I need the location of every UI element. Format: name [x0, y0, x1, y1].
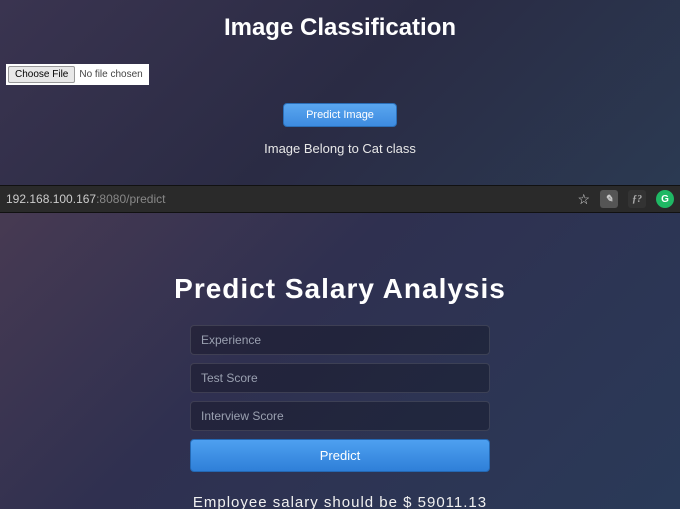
grammarly-icon[interactable]: G: [656, 190, 674, 208]
extension-icon-1[interactable]: ✎: [600, 190, 618, 208]
url-port-path: :8080/predict: [96, 192, 165, 206]
predict-salary-button[interactable]: Predict: [190, 439, 490, 472]
image-classification-panel: Image Classification Choose File No file…: [0, 0, 680, 185]
experience-input[interactable]: [190, 325, 490, 355]
page-title-bottom: Predict Salary Analysis: [174, 273, 506, 305]
interview-score-input[interactable]: [190, 401, 490, 431]
url-host: 192.168.100.167: [6, 192, 96, 206]
file-status-text: No file chosen: [75, 69, 146, 80]
classification-result: Image Belong to Cat class: [0, 141, 680, 156]
bookmark-star-icon[interactable]: ☆: [577, 191, 590, 208]
salary-analysis-panel: Predict Salary Analysis Predict Employee…: [0, 213, 680, 509]
file-input-row: Choose File No file chosen: [0, 60, 680, 89]
choose-file-button[interactable]: Choose File: [8, 66, 75, 83]
page-title-top: Image Classification: [0, 0, 680, 60]
url-text[interactable]: 192.168.100.167:8080/predict: [6, 192, 569, 206]
predict-image-button[interactable]: Predict Image: [283, 103, 397, 127]
test-score-input[interactable]: [190, 363, 490, 393]
browser-url-bar: 192.168.100.167:8080/predict ☆ ✎ ƒ? G: [0, 185, 680, 213]
extension-icon-2[interactable]: ƒ?: [628, 190, 646, 208]
salary-result: Employee salary should be $ 59011.13: [193, 494, 487, 509]
